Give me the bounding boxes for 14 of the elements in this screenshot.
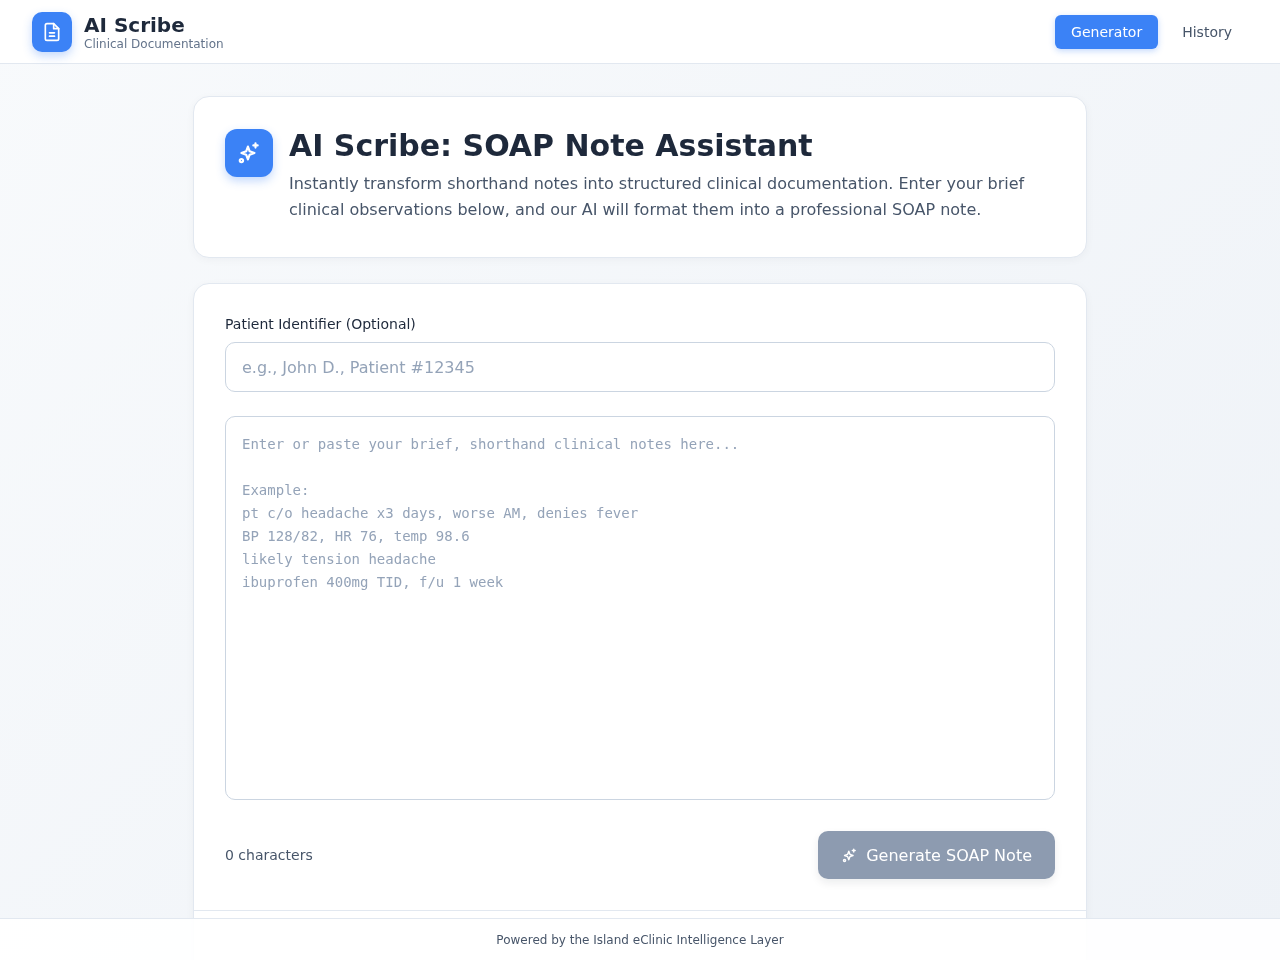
- app-name: AI Scribe: [84, 12, 186, 37]
- footer-text: Powered by the Island eClinic Intelligence Layer: [496, 932, 784, 947]
- intro-description: Instantly transform shorthand notes into structured clinical documentation. Enter your brief clinical observations below, and our AI will format them into a professional SOAP note.: [289, 173, 1026, 221]
- page-title: AI Scribe: SOAP Note Assistant: [289, 129, 814, 163]
- app-subtitle: Clinical Documentation: [84, 36, 224, 51]
- sparkle-icon: [225, 129, 273, 177]
- nav-tab[interactable]: Generator: [1055, 14, 1159, 49]
- field-label: Patient Identifier (Optional): [225, 316, 417, 332]
- notes-field[interactable]: Enter or paste your brief, shorthand clinical notes here... Example: pt c/o headache x3 days, worse AM, denies fever BP 128/82, HR 76, temp 98.6 likely tension headache ibuprofen 400mg TID, f/u 1 week: [225, 416, 1055, 800]
- sparkle-icon: [841, 846, 859, 864]
- nav-tab[interactable]: History: [1166, 14, 1248, 49]
- character-count: 0 characters: [225, 847, 313, 863]
- patient-field[interactable]: e.g., John D., Patient #12345: [225, 342, 1055, 392]
- logo-icon: [32, 11, 72, 52]
